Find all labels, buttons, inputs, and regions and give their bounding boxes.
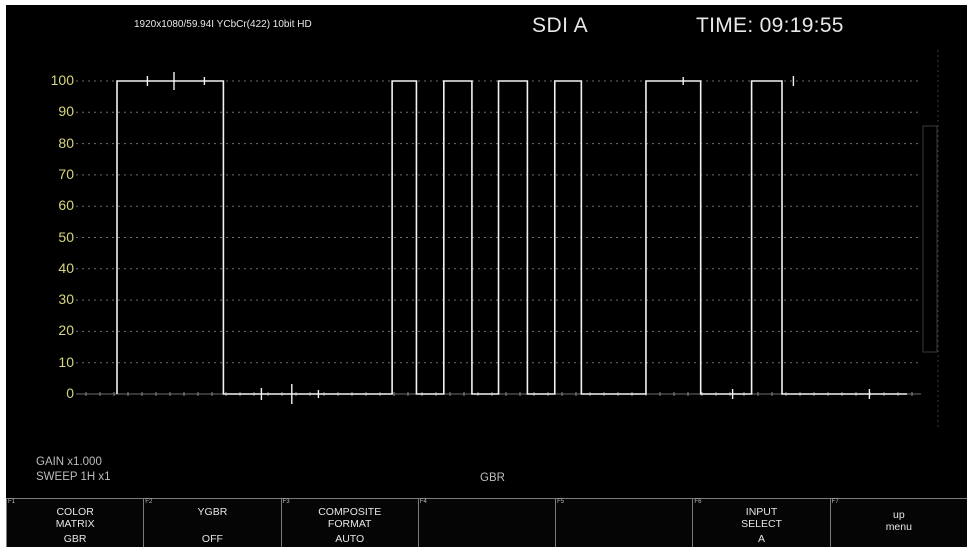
fkey-number: F5 xyxy=(557,499,565,505)
y-tick-label: 40 xyxy=(58,259,74,276)
y-tick-label: 10 xyxy=(58,353,74,370)
y-tick-label: 20 xyxy=(58,322,74,339)
fkey-number: F4 xyxy=(419,499,427,505)
fkey-label-line1: COMPOSITE xyxy=(318,506,382,518)
fkey-label-line1: YGBR xyxy=(197,506,228,518)
fkey-value: A xyxy=(758,533,766,545)
fkey-value: OFF xyxy=(201,533,223,545)
fkey-label-line2: MATRIX xyxy=(55,518,95,530)
gain-readout: GAIN x1.000 xyxy=(36,456,102,468)
fkey-up-menu[interactable]: F7 up menu xyxy=(829,498,967,547)
fkey-number: F1 xyxy=(8,499,16,505)
fkey-label-line2: menu xyxy=(885,521,912,533)
fkey-label-line1: up xyxy=(892,509,905,521)
y-tick-label: 0 xyxy=(66,385,74,401)
fkey-value: GBR xyxy=(63,533,87,545)
fkey-label-line1: INPUT xyxy=(745,506,778,518)
waveform-display xyxy=(76,50,939,430)
y-tick-label: 70 xyxy=(58,165,74,182)
fkey-number: F3 xyxy=(282,499,290,505)
fkey-input-select[interactable]: F6 INPUT SELECT A xyxy=(692,498,830,547)
display-mode-label: GBR xyxy=(480,472,505,484)
fkey-ygbr[interactable]: F2 YGBR OFF xyxy=(143,498,281,547)
y-tick-label: 50 xyxy=(58,228,74,245)
fkey-f5-empty[interactable]: F5 xyxy=(555,498,693,547)
sweep-readout: SWEEP 1H x1 xyxy=(36,471,111,483)
fkey-color-matrix[interactable]: F1 COLOR MATRIX GBR xyxy=(6,498,144,547)
fkey-label-line2: SELECT xyxy=(741,518,782,530)
y-tick-label: 100 xyxy=(50,72,74,88)
y-tick-label: 90 xyxy=(58,103,74,120)
function-key-bar: F1 COLOR MATRIX GBR F2 YGBR OFF F3 COMPO… xyxy=(6,498,967,547)
fkey-number: F2 xyxy=(145,499,153,505)
y-tick-label: 30 xyxy=(58,291,74,308)
waveform-trace xyxy=(116,80,907,395)
y-tick-label: 60 xyxy=(58,197,74,214)
waveform-monitor-screen: 1920x1080/59.94I YCbCr(422) 10bit HD SDI… xyxy=(6,5,967,547)
y-tick-label: 80 xyxy=(58,134,74,151)
fkey-value: AUTO xyxy=(335,533,365,545)
scale-bracket xyxy=(922,125,938,353)
fkey-f4-empty[interactable]: F4 xyxy=(417,498,556,547)
fkey-number: F6 xyxy=(694,499,702,505)
fkey-composite-format[interactable]: F3 COMPOSITE FORMAT AUTO xyxy=(280,498,418,547)
fkey-number: F7 xyxy=(831,499,839,505)
fkey-label-line1: COLOR xyxy=(56,506,94,518)
fkey-label-line2: FORMAT xyxy=(327,518,372,530)
